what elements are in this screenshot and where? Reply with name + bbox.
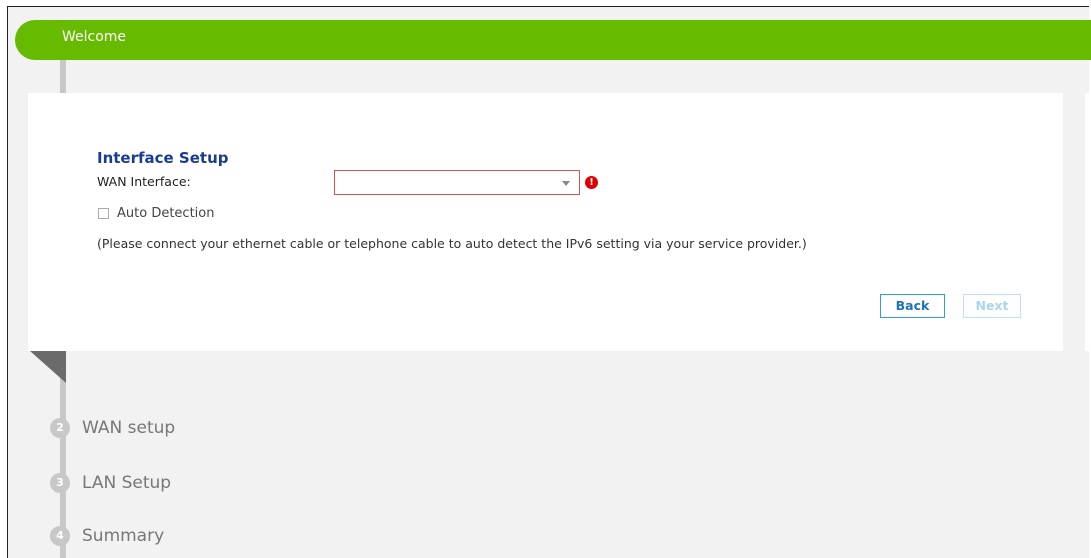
error-icon: ! <box>585 176 598 189</box>
top-spacer <box>0 0 1091 6</box>
step-label: WAN setup <box>82 418 176 438</box>
step-lan-setup[interactable]: 3 LAN Setup <box>50 473 171 493</box>
hint-text: (Please connect your ethernet cable or t… <box>97 236 807 251</box>
section-title: Interface Setup <box>97 149 229 167</box>
chevron-down-icon <box>562 181 570 186</box>
step-label: Summary <box>82 526 165 546</box>
next-button[interactable]: Next <box>963 294 1021 318</box>
wan-interface-select[interactable] <box>334 170 580 195</box>
step-number: 4 <box>50 526 70 546</box>
panel-pointer <box>30 351 66 383</box>
banner-title: Welcome <box>62 29 127 45</box>
panel-edge <box>1085 93 1091 351</box>
progress-line-top <box>60 60 66 93</box>
auto-detection-checkbox[interactable] <box>98 208 109 219</box>
step-label: LAN Setup <box>82 473 172 493</box>
step-summary[interactable]: 4 Summary <box>50 526 164 546</box>
welcome-banner <box>15 20 1091 60</box>
step-wan-setup[interactable]: 2 WAN setup <box>50 418 175 438</box>
back-button[interactable]: Back <box>880 294 945 318</box>
wan-interface-label: WAN Interface: <box>97 174 191 189</box>
step-number: 2 <box>50 418 70 438</box>
auto-detection-label[interactable]: Auto Detection <box>117 206 214 221</box>
step-number: 3 <box>50 473 70 493</box>
